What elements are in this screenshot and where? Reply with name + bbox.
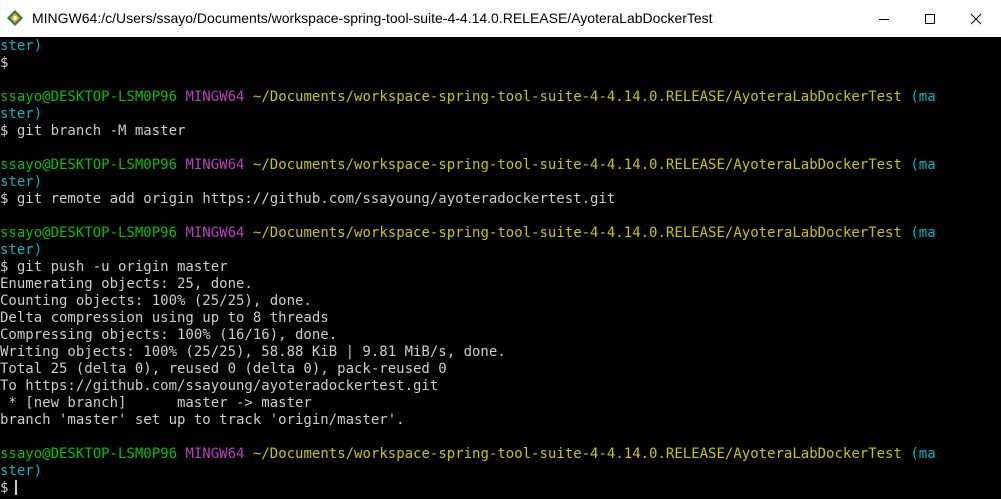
prompt-branch-end: ster) [0,106,43,122]
output-line: branch 'master' set up to track 'origin/… [0,412,405,428]
command-line: $ git branch -M master [0,123,186,139]
title-bar: MINGW64:/c/Users/ssayo/Documents/workspa… [0,0,1001,38]
prompt-line: ssayo@DESKTOP-LSM0P96 MINGW64 ~/Document… [0,225,936,241]
input-line[interactable]: $ [0,480,18,497]
close-button[interactable] [953,0,999,37]
terminal-output[interactable]: ster) $ ssayo@DESKTOP-LSM0P96 MINGW64 ~/… [0,37,1001,499]
output-line: Compressing objects: 100% (16/16), done. [0,327,338,343]
prompt-symbol: $ [0,480,9,496]
output-line: Delta compression using up to 8 threads [0,310,329,326]
minimize-icon [879,18,889,20]
command-line: $ git remote add origin https://github.c… [0,191,616,207]
prompt-branch-end: ster) [0,242,43,258]
minimize-button[interactable] [861,0,907,37]
prompt-line: ssayo@DESKTOP-LSM0P96 MINGW64 ~/Document… [0,446,936,462]
maximize-button[interactable] [907,0,953,37]
prompt-branch-end: ster) [0,463,43,479]
prompt-line: ssayo@DESKTOP-LSM0P96 MINGW64 ~/Document… [0,157,936,173]
output-line: Total 25 (delta 0), reused 0 (delta 0), … [0,361,447,377]
window-title: MINGW64:/c/Users/ssayo/Documents/workspa… [32,10,713,26]
maximize-icon [925,13,935,24]
command-line: $ git push -u origin master [0,259,228,275]
close-icon [970,13,982,24]
output-line: To https://github.com/ssayoung/ayoterado… [0,378,439,394]
prompt-branch-end: ster) [0,38,43,54]
prompt-line: ssayo@DESKTOP-LSM0P96 MINGW64 ~/Document… [0,89,936,105]
output-line: Enumerating objects: 25, done. [0,276,253,292]
output-line: Counting objects: 100% (25/25), done. [0,293,312,309]
output-line: Writing objects: 100% (25/25), 58.88 KiB… [0,344,506,360]
git-bash-icon [7,10,23,26]
prompt-branch-end: ster) [0,174,43,190]
output-line: * [new branch] master -> master [0,395,312,411]
text-cursor [15,480,18,495]
prompt-symbol: $ [0,55,9,71]
